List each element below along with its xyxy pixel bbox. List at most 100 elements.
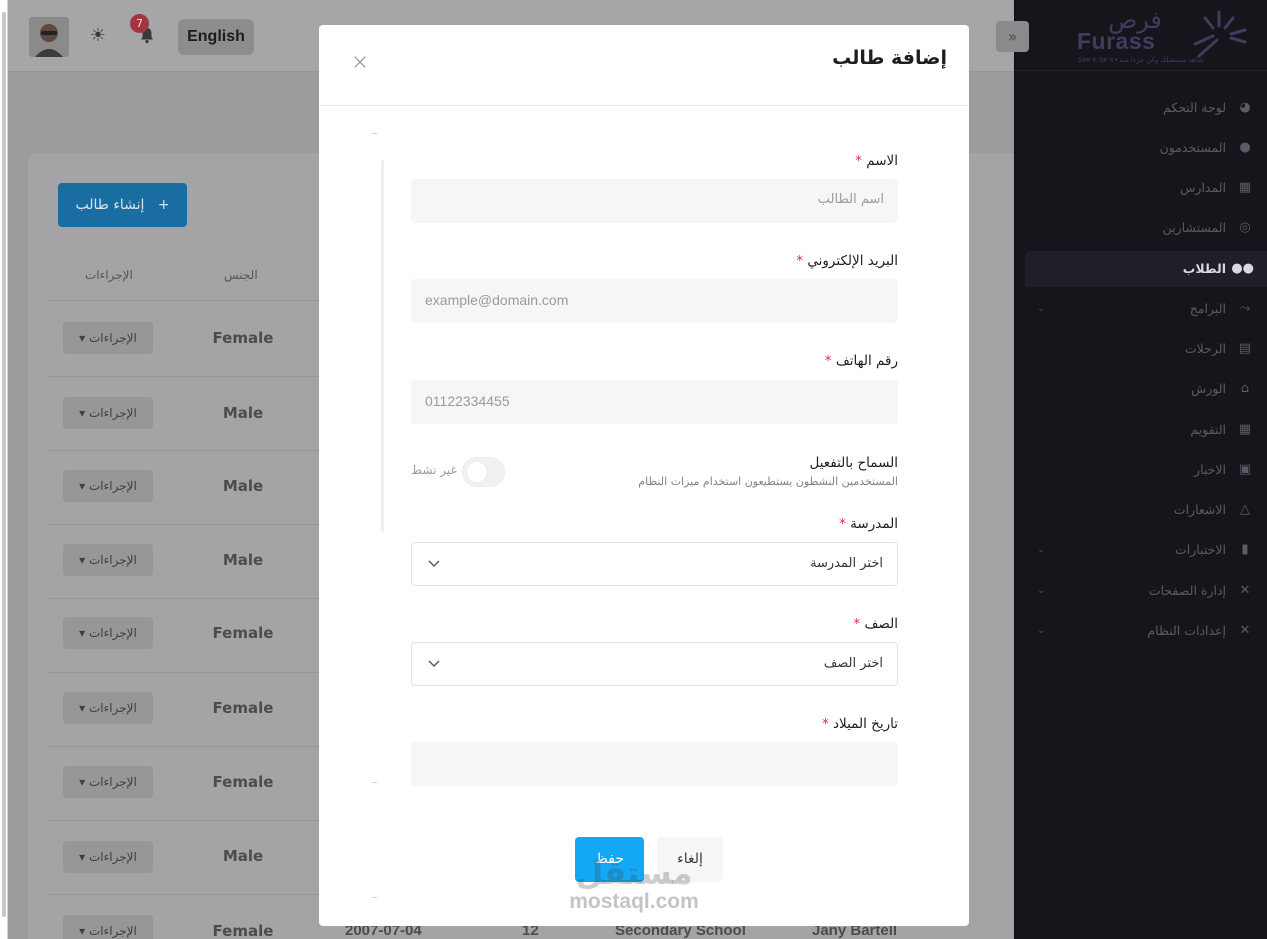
scroll-marker [372, 897, 377, 898]
create-student-button[interactable]: + إنشاء طالب [58, 183, 187, 227]
row-divider [48, 598, 328, 599]
chevron-down-icon [428, 560, 440, 568]
tools-icon: ✕ [1239, 623, 1251, 638]
close-icon[interactable]: × [349, 52, 371, 74]
school-select-value: اختر المدرسة [810, 556, 883, 571]
table-cell-gender: Female [212, 699, 274, 717]
sidebar-item-calendar[interactable]: ▦ التقويم [1025, 412, 1267, 448]
clipboard-icon: ▮ [1241, 542, 1249, 557]
notifications-button[interactable]: 7 [130, 14, 160, 50]
sidebar-item-pages-management[interactable]: ✕ إدارة الصفحات ⌄ [1025, 573, 1267, 609]
form-scrollbar[interactable] [381, 160, 384, 532]
row-actions-button[interactable]: الإجراءات ▾ [63, 692, 153, 724]
birth-date-input[interactable] [411, 742, 898, 786]
school-select[interactable]: اختر المدرسة [411, 542, 898, 586]
table-cell-gender: Female [212, 773, 274, 791]
modal-header: إضافة طالب × [319, 25, 969, 106]
chevron-down-icon: ⌄ [1037, 544, 1046, 555]
sidebar-divider [1015, 70, 1267, 71]
sidebar-item-trips[interactable]: ▤ الرحلات [1025, 331, 1267, 367]
sidebar-item-students[interactable]: ●● الطلاب [1025, 251, 1267, 287]
chevron-down-icon: ⌄ [1037, 625, 1046, 636]
row-divider [48, 300, 328, 301]
table-cell-gender: Male [222, 477, 264, 495]
sidebar-item-workshops[interactable]: ⌂ الورش [1025, 371, 1267, 407]
users-icon: ●● [1231, 261, 1254, 276]
row-divider [48, 450, 328, 451]
phone-input[interactable]: 01122334455 [411, 380, 898, 424]
sidebar: فرص Furass See it. be it • شاهد مستقبلك … [1014, 0, 1267, 939]
save-button[interactable]: حفظ [575, 837, 644, 882]
window-scrollbar-thumb[interactable] [2, 12, 6, 917]
cancel-button[interactable]: إلغاء [657, 837, 723, 882]
route-icon: ⤳ [1239, 301, 1251, 316]
map-icon: ▤ [1238, 341, 1252, 356]
required-mark: * [796, 253, 804, 269]
sidebar-item-schools[interactable]: ▦ المدارس [1025, 170, 1267, 206]
row-divider [48, 376, 328, 377]
brand-name-latin: Furass [1077, 28, 1156, 54]
column-header-gender: الجنس [224, 268, 258, 282]
grade-label: الصف * [853, 616, 898, 632]
sun-icon[interactable]: ☀ [88, 26, 108, 46]
activation-toggle[interactable] [462, 457, 505, 487]
row-actions-button[interactable]: الإجراءات ▾ [63, 397, 153, 429]
required-mark: * [821, 716, 829, 732]
sidebar-item-exams[interactable]: ▮ الاختبارات ⌄ [1025, 532, 1267, 568]
row-actions-button[interactable]: الإجراءات ▾ [63, 915, 153, 939]
row-actions-button[interactable]: الإجراءات ▾ [63, 544, 153, 576]
table-cell-gender: Female [212, 624, 274, 642]
scroll-marker [372, 782, 377, 783]
sidebar-item-dashboard[interactable]: ◕ لوحة التحكم [1025, 90, 1267, 126]
language-button[interactable]: English [178, 19, 254, 55]
bell-icon: △ [1240, 502, 1250, 517]
calendar-icon: ▦ [1238, 422, 1252, 437]
email-placeholder: example@domain.com [425, 292, 569, 308]
table-cell-gender: Female [212, 329, 274, 347]
row-actions-button[interactable]: الإجراءات ▾ [63, 617, 153, 649]
chevron-down-icon: ⌄ [1037, 585, 1046, 596]
scroll-marker [372, 133, 377, 134]
school-icon: ▦ [1238, 180, 1252, 195]
table-cell-gender: Male [222, 404, 264, 422]
name-input[interactable]: اسم الطالب [411, 179, 898, 223]
brand-logo[interactable]: فرص Furass See it. be it • شاهد مستقبلك … [1077, 6, 1257, 68]
row-divider [48, 746, 328, 747]
sidebar-collapse-button[interactable]: » [996, 21, 1029, 52]
tools-icon: ✕ [1239, 583, 1251, 598]
table-cell-gender: Male [222, 551, 264, 569]
avatar[interactable] [29, 17, 69, 57]
add-student-modal: إضافة طالب × الاسم * اسم الطالب البريد ا… [319, 25, 969, 926]
row-actions-button[interactable]: الإجراءات ▾ [63, 766, 153, 798]
sidebar-item-programs[interactable]: ⤳ البرامج ⌄ [1025, 291, 1267, 327]
table-cell-gender: Female [212, 922, 274, 939]
row-divider [48, 894, 328, 895]
row-actions-button[interactable]: الإجراءات ▾ [63, 841, 153, 873]
row-actions-button[interactable]: الإجراءات ▾ [63, 322, 153, 354]
activation-label: السماح بالتفعيل [809, 455, 898, 471]
phone-label: رقم الهاتف * [824, 353, 898, 369]
name-label: الاسم * [855, 153, 898, 169]
birth-date-label: تاريخ الميلاد * [821, 716, 898, 732]
headset-icon: ◎ [1239, 220, 1251, 235]
grade-select-value: اختر الصف [823, 656, 883, 671]
grade-select[interactable]: اختر الصف [411, 642, 898, 686]
table-cell-gender: Male [222, 847, 264, 865]
school-label: المدرسة * [839, 516, 898, 532]
row-divider [48, 672, 328, 673]
sidebar-item-news[interactable]: ▣ الاخبار [1025, 452, 1267, 488]
plus-icon: + [157, 197, 170, 213]
email-input[interactable]: example@domain.com [411, 279, 898, 323]
sidebar-item-system-settings[interactable]: ✕ إعدادات النظام ⌄ [1025, 613, 1267, 649]
sidebar-item-notifications[interactable]: △ الاشعارات [1025, 492, 1267, 528]
name-placeholder: اسم الطالب [817, 192, 884, 207]
sidebar-item-counselors[interactable]: ◎ المستشارين [1025, 210, 1267, 246]
newspaper-icon: ▣ [1238, 462, 1252, 477]
user-icon: ● [1239, 140, 1251, 155]
row-divider [48, 524, 328, 525]
sidebar-item-users[interactable]: ● المستخدمون [1025, 130, 1267, 166]
window-scrollbar[interactable] [0, 0, 8, 939]
column-header-actions: الإجراءات [85, 268, 133, 282]
notification-count-badge: 7 [130, 14, 149, 33]
row-actions-button[interactable]: الإجراءات ▾ [63, 470, 153, 502]
